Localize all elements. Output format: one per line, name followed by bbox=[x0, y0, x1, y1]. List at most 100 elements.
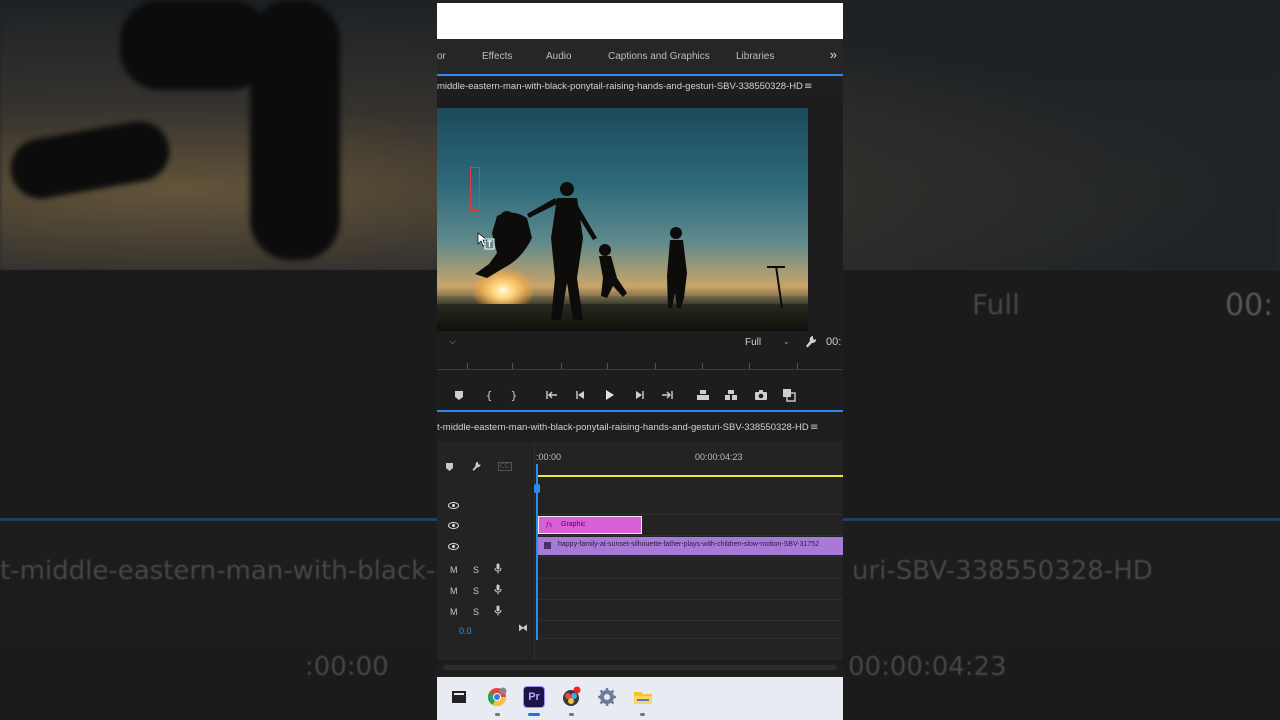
step-back-icon[interactable] bbox=[574, 388, 588, 402]
timeline-scrollbar[interactable] bbox=[437, 660, 843, 676]
chrome-running-indicator bbox=[495, 713, 500, 716]
track-area[interactable]: :00:00 00:00:04:23 fx Graphic happy-fami… bbox=[534, 442, 843, 660]
backdrop-silhouette bbox=[120, 0, 270, 90]
taskbar: Pr bbox=[437, 677, 843, 720]
add-marker-icon[interactable] bbox=[445, 462, 454, 474]
solo-button[interactable]: S bbox=[473, 565, 479, 575]
mute-button[interactable]: M bbox=[450, 565, 458, 575]
resolution-chevron-down-icon[interactable]: ⌄ bbox=[783, 337, 790, 346]
text-box-outline[interactable] bbox=[470, 167, 480, 211]
track-divider bbox=[536, 620, 843, 621]
tab-editor[interactable]: or bbox=[437, 51, 446, 62]
davinci-icon[interactable] bbox=[560, 686, 582, 708]
resolution-select[interactable]: Full bbox=[745, 337, 761, 348]
program-monitor-title[interactable]: middle-eastern-man-with-black-ponytail-r… bbox=[437, 81, 803, 92]
track-divider bbox=[536, 638, 843, 639]
mark-out-icon[interactable]: } bbox=[507, 388, 521, 402]
microphone-icon[interactable] bbox=[494, 563, 502, 576]
track-divider bbox=[536, 599, 843, 600]
wrench-icon[interactable] bbox=[805, 335, 817, 349]
go-to-out-icon[interactable] bbox=[660, 388, 674, 402]
lift-icon[interactable] bbox=[696, 388, 710, 402]
mark-in-icon[interactable]: { bbox=[482, 388, 496, 402]
ruler-tick bbox=[607, 363, 608, 369]
video-frame[interactable] bbox=[437, 108, 808, 331]
tab-effects[interactable]: Effects bbox=[482, 51, 512, 62]
export-frame-camera-icon[interactable] bbox=[754, 388, 768, 402]
solo-button[interactable]: S bbox=[473, 586, 479, 596]
timeline-header: t-middle-eastern-man-with-black-ponytail… bbox=[437, 412, 843, 442]
program-monitor-controls: ⌵ Full ⌄ 00: bbox=[437, 333, 843, 353]
eye-icon[interactable] bbox=[448, 502, 459, 509]
premiere-pro-icon[interactable]: Pr bbox=[523, 686, 545, 708]
playhead-timecode[interactable]: 00: bbox=[826, 336, 841, 348]
track-divider bbox=[536, 578, 843, 579]
top-white-bar bbox=[437, 3, 843, 39]
family-silhouette bbox=[475, 182, 785, 320]
clip-icon bbox=[544, 542, 551, 549]
timecode-mark: 00:00:04:23 bbox=[695, 452, 743, 462]
add-marker-icon[interactable] bbox=[452, 388, 466, 402]
video-clip[interactable]: happy-family-at-sunset-silhouette-father… bbox=[536, 537, 843, 555]
double-chevron-right-icon[interactable]: » bbox=[830, 47, 837, 62]
premiere-pro-window: or Effects Audio Captions and Graphics L… bbox=[437, 0, 843, 720]
backdrop-timecode-right: 00:00:04:23 bbox=[848, 652, 1007, 682]
timeline-ruler[interactable]: :00:00 00:00:04:23 bbox=[536, 442, 843, 476]
captions-icon[interactable]: CC bbox=[498, 462, 513, 471]
track-divider bbox=[536, 535, 843, 536]
workspace-tabs: or Effects Audio Captions and Graphics L… bbox=[437, 39, 843, 75]
tab-audio[interactable]: Audio bbox=[546, 51, 572, 62]
folder-running-indicator bbox=[640, 713, 645, 716]
file-manager-icon[interactable] bbox=[448, 686, 470, 708]
track-divider bbox=[536, 556, 843, 557]
timecode-start: :00:00 bbox=[536, 452, 562, 462]
playhead[interactable] bbox=[534, 464, 540, 640]
program-monitor-ruler[interactable] bbox=[437, 353, 843, 379]
scrollbar-thumb[interactable] bbox=[443, 665, 837, 670]
backdrop-sequence-left: t-middle-eastern-man-with-black- bbox=[0, 556, 436, 586]
extract-icon[interactable] bbox=[724, 388, 738, 402]
settings-icon[interactable] bbox=[596, 686, 618, 708]
microphone-icon[interactable] bbox=[494, 605, 502, 618]
ruler-tick bbox=[797, 363, 798, 369]
graphic-clip-label: Graphic bbox=[561, 521, 586, 528]
go-to-in-icon[interactable] bbox=[545, 388, 559, 402]
graphic-clip[interactable]: fx Graphic bbox=[538, 516, 642, 534]
bowtie-zoom-icon[interactable]: ⧓ bbox=[518, 623, 528, 634]
comparison-view-icon[interactable] bbox=[782, 388, 796, 402]
work-area-bar[interactable] bbox=[536, 475, 843, 477]
mute-button[interactable]: M bbox=[450, 586, 458, 596]
ruler-tick bbox=[512, 363, 513, 369]
solo-button[interactable]: S bbox=[473, 607, 479, 617]
fit-dropdown-chevron-icon[interactable]: ⌵ bbox=[449, 337, 456, 347]
ruler-tick bbox=[561, 363, 562, 369]
chrome-icon[interactable] bbox=[486, 686, 508, 708]
wrench-icon[interactable] bbox=[471, 461, 482, 474]
eye-icon[interactable] bbox=[448, 522, 459, 529]
tab-libraries[interactable]: Libraries bbox=[736, 51, 774, 62]
audio-volume-value[interactable]: 0.0 bbox=[459, 626, 472, 636]
hamburger-menu-icon[interactable]: ≡ bbox=[810, 422, 818, 433]
program-monitor bbox=[437, 97, 843, 333]
ruler-tick bbox=[749, 363, 750, 369]
program-monitor-header: middle-eastern-man-with-black-ponytail-r… bbox=[437, 77, 843, 97]
tab-captions-and-graphics[interactable]: Captions and Graphics bbox=[608, 51, 710, 62]
backdrop-sequence-right: uri-SBV-338550328-HD bbox=[852, 556, 1153, 586]
folder-icon[interactable] bbox=[632, 686, 654, 708]
premiere-active-indicator bbox=[528, 713, 540, 716]
track-divider bbox=[536, 514, 843, 515]
eye-icon[interactable] bbox=[448, 543, 459, 550]
backdrop-full-text: Full bbox=[972, 288, 1020, 321]
microphone-icon[interactable] bbox=[494, 584, 502, 597]
ruler-tick bbox=[702, 363, 703, 369]
playhead-handle[interactable] bbox=[534, 484, 540, 493]
mute-button[interactable]: M bbox=[450, 607, 458, 617]
hamburger-menu-icon[interactable]: ≡ bbox=[804, 81, 812, 92]
timeline-panel: CC M S M S M S 0.0 ⧓ :00:00 00:00:04:23 … bbox=[437, 442, 843, 660]
sequence-tab[interactable]: t-middle-eastern-man-with-black-ponytail… bbox=[437, 422, 809, 433]
video-clip-label: happy-family-at-sunset-silhouette-father… bbox=[558, 541, 820, 548]
backdrop-timecode-top: 00: bbox=[1225, 288, 1274, 323]
step-forward-icon[interactable] bbox=[632, 388, 646, 402]
play-icon[interactable] bbox=[602, 388, 616, 402]
fx-badge: fx bbox=[546, 521, 553, 529]
